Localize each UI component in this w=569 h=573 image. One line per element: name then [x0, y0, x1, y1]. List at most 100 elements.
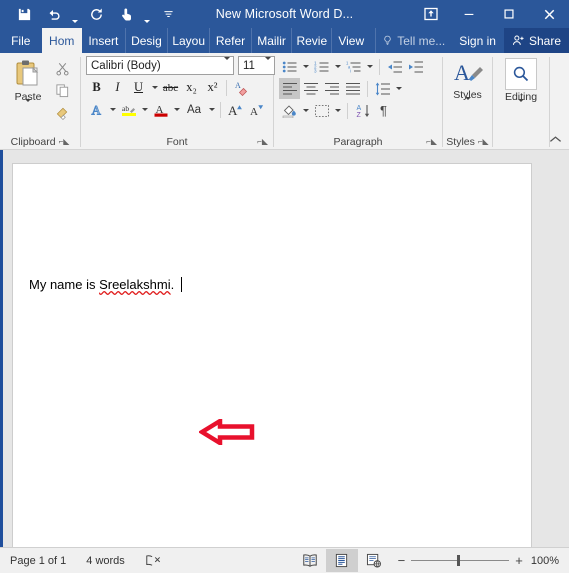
- tell-me-box[interactable]: Tell me...: [375, 28, 451, 53]
- copy-button[interactable]: [52, 80, 73, 101]
- tab-mailings[interactable]: Mailir: [252, 28, 293, 53]
- view-web-layout-button[interactable]: [358, 549, 390, 572]
- close-icon[interactable]: [529, 0, 569, 28]
- tab-home[interactable]: Hom: [41, 28, 82, 53]
- zoom-slider-track[interactable]: [411, 555, 510, 566]
- shading-button[interactable]: [279, 100, 300, 121]
- proofing-status-icon[interactable]: [135, 554, 171, 568]
- proofing-errors-icon: [146, 554, 160, 566]
- text-effects-dropdown-icon[interactable]: [107, 99, 118, 120]
- styles-dropdown-icon[interactable]: [464, 97, 471, 112]
- zoom-in-button[interactable]: +: [515, 554, 523, 567]
- bold-button[interactable]: B: [86, 77, 107, 98]
- clipboard-dialog-launcher-icon[interactable]: ⌐◣: [59, 137, 70, 146]
- underline-dropdown-icon[interactable]: [149, 77, 160, 98]
- minimize-icon[interactable]: [449, 0, 489, 28]
- tab-review[interactable]: Revie: [292, 28, 333, 53]
- line-spacing-button[interactable]: [372, 78, 393, 99]
- font-dialog-launcher-icon[interactable]: ⌐◣: [257, 137, 268, 146]
- line-spacing-dropdown-icon[interactable]: [393, 78, 404, 99]
- document-text[interactable]: My name is Sreelakshmi.: [29, 277, 183, 292]
- word-count[interactable]: 4 words: [76, 555, 135, 567]
- view-read-mode-button[interactable]: [294, 549, 326, 572]
- bullets-dropdown-icon[interactable]: [300, 56, 311, 77]
- align-right-button[interactable]: [321, 78, 342, 99]
- redo-icon[interactable]: [81, 2, 111, 26]
- ribbon-display-options-icon[interactable]: [413, 0, 449, 28]
- change-case-dropdown-icon[interactable]: [206, 99, 217, 120]
- customize-quick-access-toolbar-icon[interactable]: [153, 2, 183, 26]
- clear-formatting-button[interactable]: A: [230, 77, 251, 98]
- increase-indent-button[interactable]: [405, 56, 426, 77]
- underline-button[interactable]: U: [128, 77, 149, 98]
- maximize-icon[interactable]: [489, 0, 529, 28]
- font-color-icon: A: [154, 104, 167, 117]
- tab-file[interactable]: File: [0, 28, 42, 53]
- tab-references[interactable]: Refer: [210, 28, 252, 53]
- font-size-dropdown-icon[interactable]: [265, 56, 271, 72]
- sign-in-button[interactable]: Sign in: [451, 28, 504, 53]
- tab-layout[interactable]: Layou: [168, 28, 211, 53]
- tab-insert[interactable]: Insert: [82, 28, 126, 53]
- editing-dropdown-icon[interactable]: [518, 99, 524, 114]
- undo-dropdown-icon[interactable]: [69, 0, 81, 30]
- show-formatting-marks-button[interactable]: ¶: [373, 100, 394, 121]
- styles-button[interactable]: A Styles: [444, 56, 492, 112]
- numbering-button[interactable]: 123: [311, 56, 332, 77]
- paste-dropdown-icon[interactable]: [25, 99, 31, 114]
- tab-design[interactable]: Desig: [126, 28, 169, 53]
- tab-view[interactable]: View: [332, 28, 370, 53]
- ribbon-tabs: File Hom Insert Desig Layou Refer Mailir…: [0, 28, 569, 53]
- borders-button[interactable]: [311, 100, 332, 121]
- editing-button[interactable]: Editing: [495, 56, 547, 114]
- italic-button[interactable]: I: [107, 77, 128, 98]
- view-print-layout-button[interactable]: [325, 549, 358, 572]
- sort-button[interactable]: AZ: [352, 100, 373, 121]
- font-size-input[interactable]: 11: [238, 56, 275, 75]
- numbering-dropdown-icon[interactable]: [332, 56, 343, 77]
- change-case-button[interactable]: Aa: [182, 99, 206, 120]
- align-left-button[interactable]: [279, 78, 300, 99]
- paragraph-dialog-launcher-icon[interactable]: ⌐◣: [426, 137, 437, 146]
- justify-button[interactable]: [342, 78, 363, 99]
- text-segment-before: My name is: [29, 277, 100, 292]
- grow-font-button[interactable]: A: [224, 99, 245, 120]
- styles-dialog-launcher-icon[interactable]: ⌐◣: [478, 137, 489, 146]
- zoom-control[interactable]: − +: [390, 554, 531, 567]
- font-name-dropdown-icon[interactable]: [224, 56, 230, 72]
- text-effects-button[interactable]: A: [86, 99, 107, 120]
- share-button[interactable]: Share: [503, 28, 569, 53]
- borders-dropdown-icon[interactable]: [332, 100, 343, 121]
- paste-button[interactable]: Paste: [4, 56, 52, 114]
- cut-button[interactable]: [52, 58, 73, 79]
- font-name-input[interactable]: Calibri (Body): [86, 56, 234, 75]
- text-segment-after: .: [170, 277, 175, 292]
- collapse-ribbon-button[interactable]: [549, 135, 562, 147]
- save-icon[interactable]: [9, 2, 39, 26]
- text-highlight-button[interactable]: ab: [118, 99, 139, 120]
- undo-icon[interactable]: [39, 2, 69, 26]
- document-page[interactable]: My name is Sreelakshmi.: [13, 164, 531, 547]
- bullets-button[interactable]: [279, 56, 300, 77]
- subscript-button[interactable]: x₂: [181, 77, 202, 98]
- decrease-indent-icon: [387, 60, 402, 73]
- shading-dropdown-icon[interactable]: [300, 100, 311, 121]
- shrink-font-button[interactable]: A: [245, 99, 266, 120]
- text-highlight-dropdown-icon[interactable]: [139, 99, 150, 120]
- touch-mouse-dropdown-icon[interactable]: [141, 0, 153, 30]
- font-color-dropdown-icon[interactable]: [171, 99, 182, 120]
- multilevel-list-dropdown-icon[interactable]: [364, 56, 375, 77]
- multilevel-list-button[interactable]: 1ai: [343, 56, 364, 77]
- format-painter-button[interactable]: [52, 102, 73, 123]
- font-color-button[interactable]: A: [150, 99, 171, 120]
- superscript-button[interactable]: x²: [202, 77, 223, 98]
- document-area[interactable]: My name is Sreelakshmi.: [0, 150, 569, 547]
- align-center-button[interactable]: [300, 78, 321, 99]
- touch-mouse-mode-icon[interactable]: [111, 2, 141, 26]
- strikethrough-button[interactable]: abc: [160, 77, 181, 98]
- page-indicator[interactable]: Page 1 of 1: [0, 555, 76, 567]
- zoom-level-label[interactable]: 100%: [531, 555, 569, 567]
- zoom-out-button[interactable]: −: [398, 554, 406, 567]
- zoom-slider-thumb[interactable]: [457, 555, 461, 566]
- decrease-indent-button[interactable]: [384, 56, 405, 77]
